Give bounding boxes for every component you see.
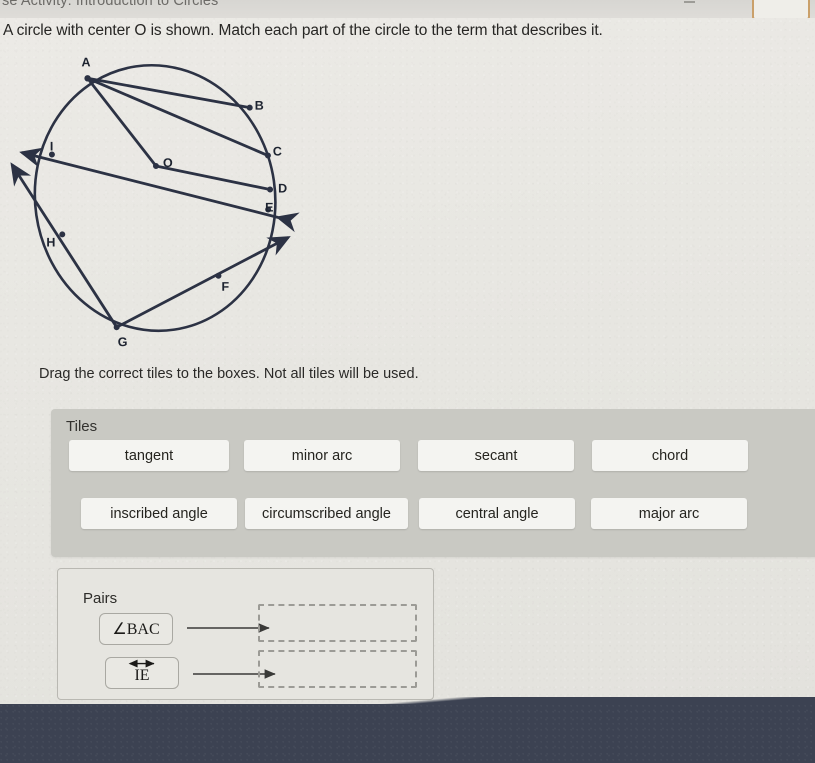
dropzone-1[interactable] (258, 604, 417, 642)
double-arrow-icon (128, 659, 155, 668)
app-header-title: se Activity: Introduction to Circles (2, 0, 219, 9)
point-c (264, 152, 271, 159)
secant-line-ie (19, 147, 300, 233)
secant-line-gh (10, 162, 118, 328)
tangent-line-gf (116, 236, 291, 329)
tile-circumscribed-angle[interactable]: circumscribed angle (245, 498, 408, 529)
figure-label-g: G (117, 335, 128, 350)
header-control-dash-1[interactable] (684, 1, 695, 3)
tile-tangent[interactable]: tangent (69, 440, 229, 471)
point-g (113, 324, 120, 331)
segment-od (155, 164, 271, 191)
figure-label-a: A (81, 55, 91, 70)
tile-inscribed-angle[interactable]: inscribed angle (81, 498, 237, 529)
point-d (267, 186, 274, 193)
tiles-panel: Tiles tangent minor arc secant chord ins… (51, 409, 815, 557)
point-f (215, 272, 222, 279)
tile-secant[interactable]: secant (418, 440, 574, 471)
point-h (59, 231, 66, 238)
figure-label-d: D (278, 181, 288, 196)
figure-label-b: B (254, 98, 264, 113)
pair-chip-angle-bac[interactable]: ∠BAC (99, 613, 173, 645)
figure-label-e: E (265, 200, 274, 215)
tile-chord[interactable]: chord (592, 440, 748, 471)
tile-central-angle[interactable]: central angle (419, 498, 575, 529)
figure-label-h: H (46, 235, 56, 250)
pairs-panel-label: Pairs (83, 590, 118, 607)
app-header: se Activity: Introduction to Circles (0, 0, 815, 18)
segment-ao (86, 77, 158, 167)
tile-minor-arc[interactable]: minor arc (244, 440, 400, 471)
dropzone-2[interactable] (258, 650, 417, 688)
circle-diagram: A B C D E F G H I O (0, 45, 321, 361)
circle-outline (33, 63, 277, 333)
segment-ac (87, 77, 269, 157)
figure-label-o: O (162, 155, 173, 170)
figure-label-f: F (221, 279, 230, 294)
page-title: A circle with center O is shown. Match e… (3, 22, 603, 39)
tile-major-arc[interactable]: major arc (591, 498, 747, 529)
pair-chip-line-ie-label-wrap: IE (128, 659, 155, 684)
pair-chip-line-ie[interactable]: IE (105, 657, 179, 689)
tiles-panel-label: Tiles (66, 418, 98, 435)
pairs-panel: Pairs ∠BAC IE (57, 568, 434, 700)
point-a (84, 75, 91, 82)
drag-instruction: Drag the correct tiles to the boxes. Not… (39, 366, 419, 382)
figure-label-c: C (272, 144, 282, 159)
header-highlight-box[interactable] (752, 0, 810, 18)
point-b (246, 104, 253, 111)
bottom-bar (0, 704, 815, 763)
point-o (152, 163, 159, 170)
pair-chip-angle-bac-label: ∠BAC (112, 621, 160, 638)
figure-label-i: I (49, 139, 54, 154)
pair-chip-line-ie-label: IE (134, 666, 150, 684)
